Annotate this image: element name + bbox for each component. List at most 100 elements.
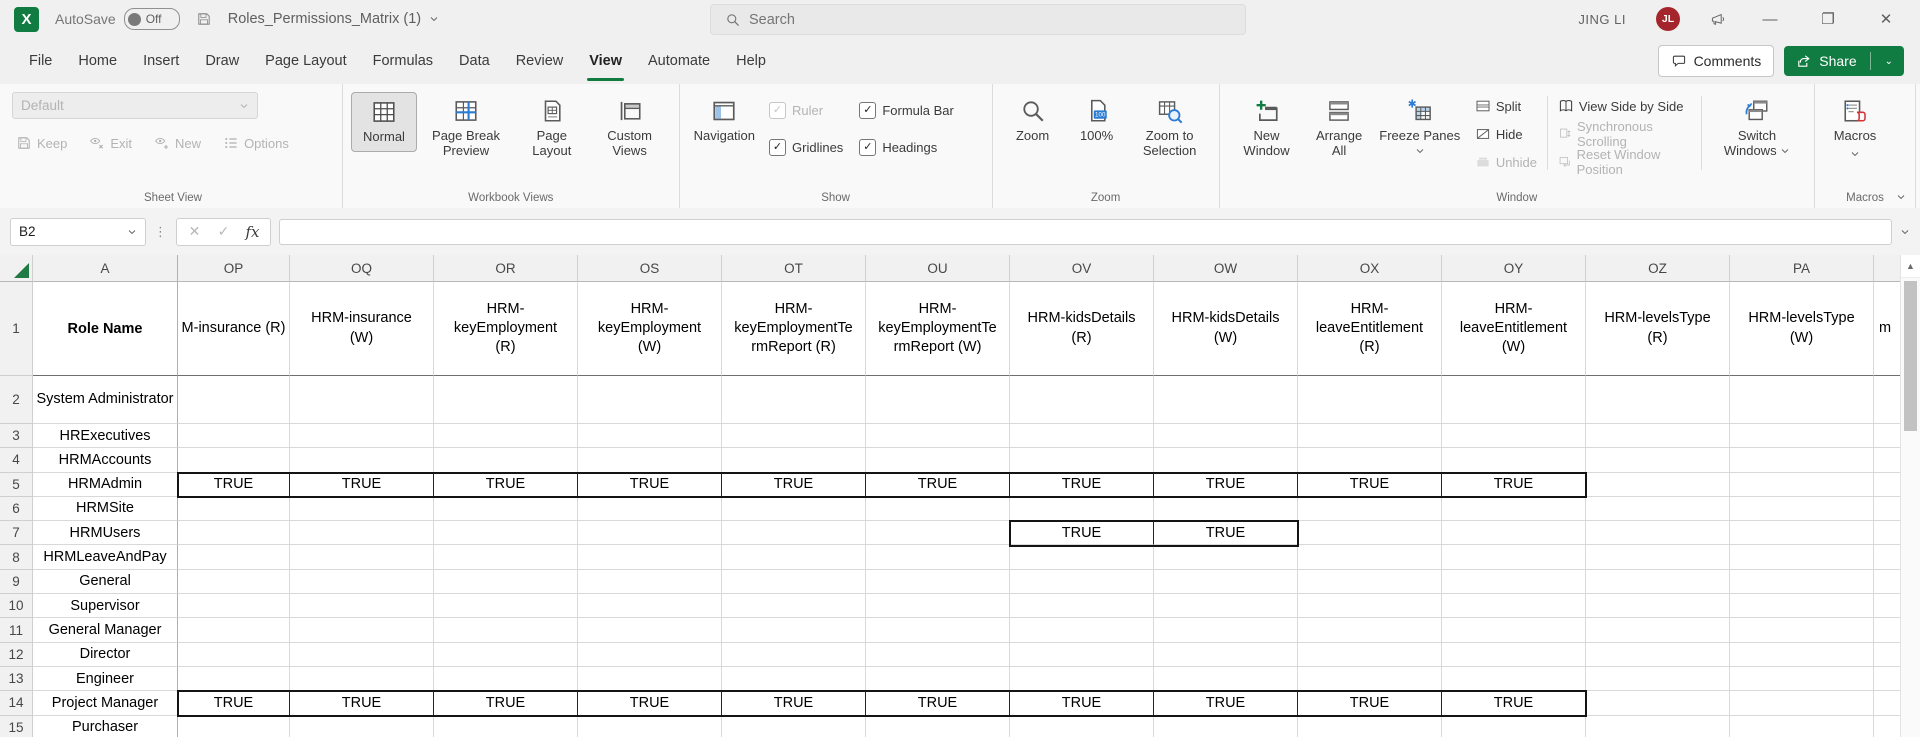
cell-OS5[interactable]: TRUE <box>578 473 722 497</box>
cell-OP5[interactable]: TRUE <box>178 473 290 497</box>
cell-OR6[interactable] <box>434 497 578 521</box>
tab-draw[interactable]: Draw <box>192 38 252 84</box>
cell-OR5[interactable]: TRUE <box>434 473 578 497</box>
cell-OW8[interactable] <box>1154 545 1298 569</box>
cell-OR2[interactable] <box>434 376 578 424</box>
cell-OW5[interactable]: TRUE <box>1154 473 1298 497</box>
expand-formula-bar-chevron[interactable] <box>1900 227 1910 237</box>
share-button[interactable]: Share ⌄ <box>1784 46 1904 76</box>
cell-OS7[interactable] <box>578 521 722 545</box>
cell-OW1[interactable]: HRM-kidsDetails (W) <box>1154 282 1298 376</box>
cell-OX15[interactable] <box>1298 716 1442 737</box>
synchronous-scrolling-button[interactable]: Synchronous Scrolling <box>1554 122 1695 146</box>
cell-OW3[interactable] <box>1154 424 1298 448</box>
cell-OT8[interactable] <box>722 545 866 569</box>
cell-OT3[interactable] <box>722 424 866 448</box>
page-layout-button[interactable]: Page Layout <box>515 92 589 165</box>
cell-A8[interactable]: HRMLeaveAndPay <box>33 545 178 569</box>
collapse-ribbon-chevron[interactable] <box>1896 192 1906 202</box>
cell-OW12[interactable] <box>1154 643 1298 667</box>
cell-OT11[interactable] <box>722 618 866 642</box>
row-header-6[interactable]: 6 <box>0 497 33 521</box>
cell-OU15[interactable] <box>866 716 1010 737</box>
cell-OU9[interactable] <box>866 570 1010 594</box>
column-header-OV[interactable]: OV <box>1010 255 1154 282</box>
cell-partial-15[interactable] <box>1874 716 1901 737</box>
cell-partial-2[interactable] <box>1874 376 1901 424</box>
cell-PA6[interactable] <box>1730 497 1874 521</box>
cell-OX14[interactable]: TRUE <box>1298 691 1442 715</box>
cell-OU5[interactable]: TRUE <box>866 473 1010 497</box>
cell-OR12[interactable] <box>434 643 578 667</box>
cell-OQ6[interactable] <box>290 497 434 521</box>
exit-button[interactable]: Exit <box>85 131 136 155</box>
cell-A4[interactable]: HRMAccounts <box>33 448 178 472</box>
cell-partial-5[interactable] <box>1874 473 1901 497</box>
cell-OX7[interactable] <box>1298 521 1442 545</box>
cell-OU1[interactable]: HRM- keyEmploymentTe rmReport (W) <box>866 282 1010 376</box>
formula-bar-checkbox[interactable]: ✓ Formula Bar <box>859 102 954 119</box>
cell-OR4[interactable] <box>434 448 578 472</box>
column-header-OS[interactable]: OS <box>578 255 722 282</box>
cell-OX12[interactable] <box>1298 643 1442 667</box>
tab-data[interactable]: Data <box>446 38 503 84</box>
row-header-13[interactable]: 13 <box>0 667 33 691</box>
cell-OV11[interactable] <box>1010 618 1154 642</box>
cell-OP13[interactable] <box>178 667 290 691</box>
cell-OX2[interactable] <box>1298 376 1442 424</box>
row-header-8[interactable]: 8 <box>0 545 33 569</box>
cell-OZ1[interactable]: HRM-levelsType (R) <box>1586 282 1730 376</box>
cell-OP7[interactable] <box>178 521 290 545</box>
cell-OX8[interactable] <box>1298 545 1442 569</box>
zoom-to-selection-button[interactable]: Zoom to Selection <box>1129 92 1211 165</box>
cell-OY6[interactable] <box>1442 497 1586 521</box>
navigation-button[interactable]: Navigation <box>688 92 761 150</box>
cell-OV1[interactable]: HRM-kidsDetails (R) <box>1010 282 1154 376</box>
cell-OR1[interactable]: HRM- keyEmployment (R) <box>434 282 578 376</box>
cell-partial-13[interactable] <box>1874 667 1901 691</box>
cell-OP1[interactable]: M-insurance (R) <box>178 282 290 376</box>
cell-OT5[interactable]: TRUE <box>722 473 866 497</box>
cell-OY4[interactable] <box>1442 448 1586 472</box>
row-header-1[interactable]: 1 <box>0 282 33 376</box>
cell-OY10[interactable] <box>1442 594 1586 618</box>
cell-partial-14[interactable] <box>1874 691 1901 715</box>
cell-OW9[interactable] <box>1154 570 1298 594</box>
cell-OV5[interactable]: TRUE <box>1010 473 1154 497</box>
cell-OQ12[interactable] <box>290 643 434 667</box>
cell-OT6[interactable] <box>722 497 866 521</box>
cell-PA12[interactable] <box>1730 643 1874 667</box>
cell-OY5[interactable]: TRUE <box>1442 473 1586 497</box>
cell-A15[interactable]: Purchaser <box>33 716 178 737</box>
column-header-OZ[interactable]: OZ <box>1586 255 1730 282</box>
cell-OY13[interactable] <box>1442 667 1586 691</box>
gridlines-checkbox[interactable]: ✓ Gridlines <box>769 139 843 156</box>
reset-window-position-button[interactable]: Reset Window Position <box>1554 150 1695 174</box>
cell-OP11[interactable] <box>178 618 290 642</box>
cell-OT1[interactable]: HRM- keyEmploymentTe rmReport (R) <box>722 282 866 376</box>
cell-OX5[interactable]: TRUE <box>1298 473 1442 497</box>
cell-OQ13[interactable] <box>290 667 434 691</box>
cell-OU10[interactable] <box>866 594 1010 618</box>
cell-OV13[interactable] <box>1010 667 1154 691</box>
cell-A13[interactable]: Engineer <box>33 667 178 691</box>
cell-OV12[interactable] <box>1010 643 1154 667</box>
cell-OW4[interactable] <box>1154 448 1298 472</box>
cell-OS10[interactable] <box>578 594 722 618</box>
cell-OU11[interactable] <box>866 618 1010 642</box>
cell-OV4[interactable] <box>1010 448 1154 472</box>
cell-OS14[interactable]: TRUE <box>578 691 722 715</box>
cell-OW15[interactable] <box>1154 716 1298 737</box>
insert-function-button[interactable]: fx <box>239 221 266 243</box>
cell-partial-11[interactable] <box>1874 618 1901 642</box>
unhide-button[interactable]: Unhide <box>1471 150 1541 174</box>
cell-OQ1[interactable]: HRM-insurance (W) <box>290 282 434 376</box>
row-header-7[interactable]: 7 <box>0 521 33 545</box>
column-header-OP[interactable]: OP <box>178 255 290 282</box>
column-header-OX[interactable]: OX <box>1298 255 1442 282</box>
save-icon[interactable] <box>196 11 212 27</box>
cell-OX6[interactable] <box>1298 497 1442 521</box>
avatar[interactable]: JL <box>1656 7 1680 31</box>
column-header-A[interactable]: A <box>33 255 178 282</box>
macros-button[interactable]: Macros <box>1823 92 1887 165</box>
